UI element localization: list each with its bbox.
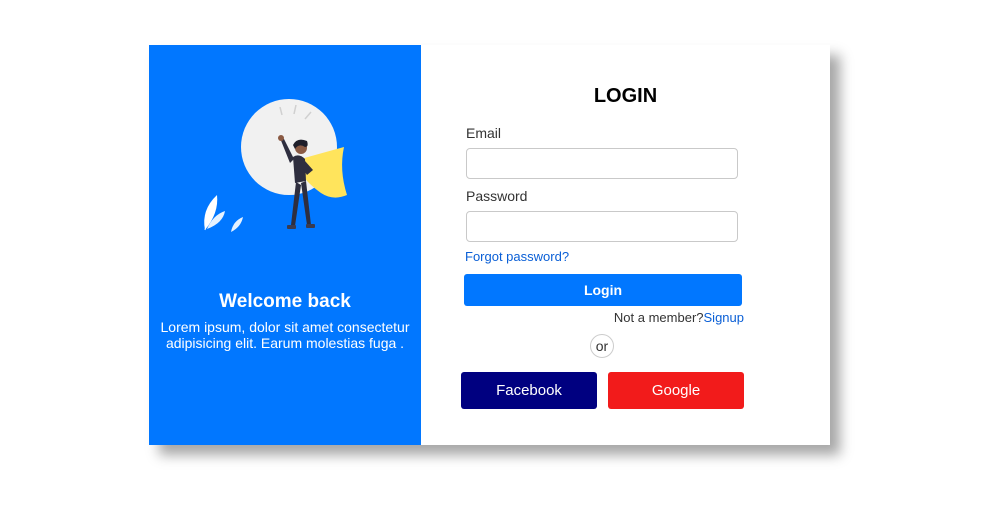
superhero-illustration-icon: [204, 99, 347, 232]
login-panel: LOGIN Email Password Forgot password? Lo…: [421, 45, 830, 445]
signup-prompt: Not a member?Signup: [614, 310, 744, 325]
signup-link[interactable]: Signup: [704, 310, 744, 325]
login-button[interactable]: Login: [464, 274, 742, 306]
welcome-description: Lorem ipsum, dolor sit amet consectetur …: [160, 319, 410, 351]
welcome-title: Welcome back: [219, 291, 351, 312]
or-divider: or: [590, 334, 614, 358]
password-label: Password: [466, 188, 528, 204]
google-button[interactable]: Google: [608, 372, 744, 409]
login-card: Welcome back Lorem ipsum, dolor sit amet…: [149, 45, 830, 445]
forgot-password-link[interactable]: Forgot password?: [465, 249, 569, 264]
password-field[interactable]: [466, 211, 738, 242]
login-title: LOGIN: [593, 85, 658, 107]
email-field[interactable]: [466, 148, 738, 179]
welcome-panel: Welcome back Lorem ipsum, dolor sit amet…: [149, 45, 421, 445]
facebook-button[interactable]: Facebook: [461, 372, 597, 409]
not-member-text: Not a member?: [613, 310, 704, 325]
email-label: Email: [466, 125, 502, 141]
